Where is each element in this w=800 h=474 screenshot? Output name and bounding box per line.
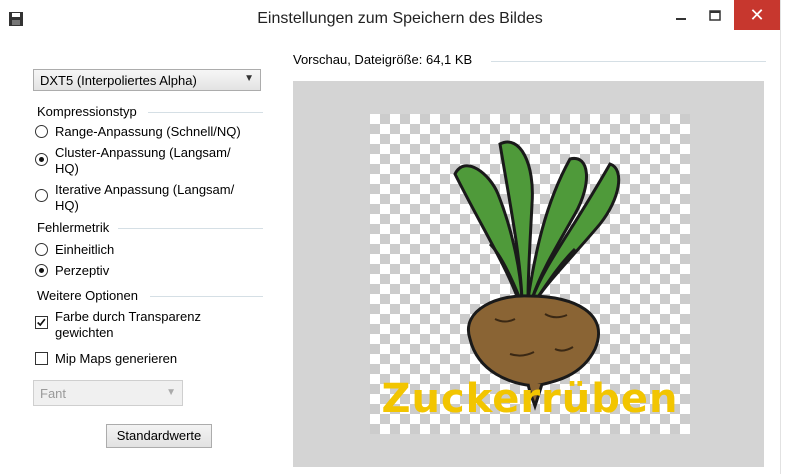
minimize-icon[interactable] bbox=[664, 0, 698, 32]
radio-iterative-fit[interactable] bbox=[35, 189, 48, 202]
error-metric-group-label: Fehlermetrik bbox=[37, 220, 110, 235]
maximize-icon[interactable] bbox=[698, 0, 732, 32]
radio-cluster-fit[interactable] bbox=[35, 153, 48, 166]
chevron-down-icon: ▼ bbox=[166, 387, 176, 398]
generate-mipmaps-checkbox[interactable] bbox=[35, 352, 48, 365]
radio-cluster-fit-label[interactable]: Cluster-Anpassung (Langsam/ bbox=[55, 145, 231, 160]
format-dropdown[interactable]: DXT5 (Interpoliertes Alpha) ▼ bbox=[33, 69, 261, 91]
radio-range-fit[interactable] bbox=[35, 125, 48, 138]
error-metric-group-divider bbox=[118, 228, 263, 229]
radio-iterative-fit-label[interactable]: Iterative Anpassung (Langsam/ bbox=[55, 182, 234, 197]
mipmap-filter-dropdown[interactable]: Fant ▼ bbox=[33, 380, 183, 406]
radio-range-fit-label[interactable]: Range-Anpassung (Schnell/NQ) bbox=[55, 124, 241, 139]
weight-by-transparency-checkbox[interactable] bbox=[35, 316, 48, 329]
compression-group-divider bbox=[148, 112, 263, 113]
compression-group-label: Kompressionstyp bbox=[37, 104, 137, 119]
preview-divider bbox=[491, 61, 766, 62]
generate-mipmaps-label[interactable]: Mip Maps generieren bbox=[55, 351, 177, 366]
radio-perceptual[interactable] bbox=[35, 264, 48, 277]
weight-by-transparency-label-cont[interactable]: gewichten bbox=[55, 325, 114, 340]
defaults-button[interactable]: Standardwerte bbox=[106, 424, 212, 448]
checkmark-icon bbox=[37, 318, 46, 327]
close-icon: ✕ bbox=[749, 5, 765, 25]
close-button[interactable]: ✕ bbox=[734, 0, 780, 30]
more-options-group-divider bbox=[150, 296, 263, 297]
format-dropdown-value: DXT5 (Interpoliertes Alpha) bbox=[40, 73, 197, 88]
radio-cluster-fit-label-cont[interactable]: HQ) bbox=[55, 161, 79, 176]
radio-perceptual-label[interactable]: Perzeptiv bbox=[55, 263, 109, 278]
window-border bbox=[780, 0, 800, 474]
preview-image: Zuckerrüben bbox=[370, 114, 690, 434]
more-options-group-label: Weitere Optionen bbox=[37, 288, 138, 303]
title-bar: Einstellungen zum Speichern des Bildes ✕ bbox=[0, 0, 800, 39]
radio-iterative-fit-label-cont[interactable]: HQ) bbox=[55, 198, 79, 213]
preview-label: Vorschau, Dateigröße: 64,1 KB bbox=[293, 52, 473, 67]
weight-by-transparency-label[interactable]: Farbe durch Transparenz bbox=[55, 309, 201, 324]
radio-uniform[interactable] bbox=[35, 243, 48, 256]
radio-uniform-label[interactable]: Einheitlich bbox=[55, 242, 114, 257]
mipmap-filter-value: Fant bbox=[40, 386, 67, 401]
chevron-down-icon: ▼ bbox=[244, 73, 254, 84]
image-caption: Zuckerrüben bbox=[381, 376, 679, 422]
